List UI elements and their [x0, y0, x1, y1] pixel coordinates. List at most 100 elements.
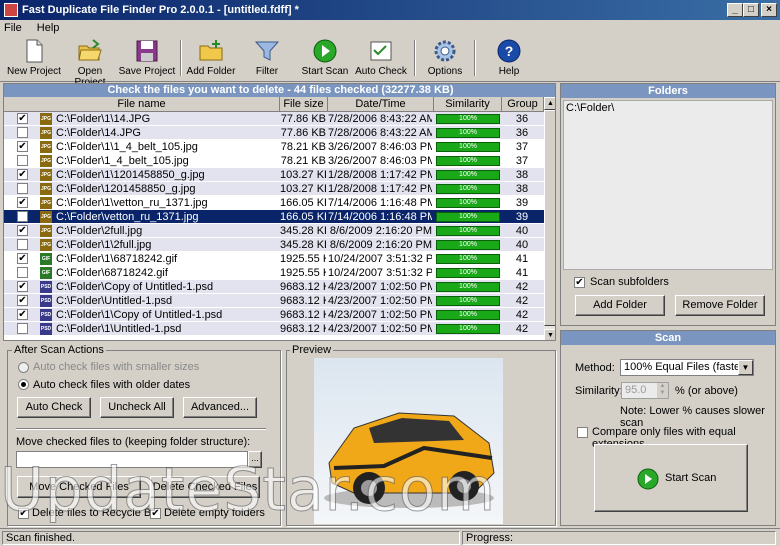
remove-folder-button[interactable]: Remove Folder: [675, 295, 765, 316]
table-row[interactable]: ✔ JPG C:\Folder\2full.jpg 345.28 KB8/6/2009…: [4, 224, 544, 238]
move-checked-button[interactable]: Move Checked Files: [17, 476, 141, 498]
group-cell: 36: [515, 127, 529, 139]
file-name-cell: C:\Folder\1\Untitled-1.psd: [56, 323, 182, 335]
chevron-down-icon[interactable]: ▼: [738, 360, 753, 375]
add-folder-button-panel[interactable]: Add Folder: [575, 295, 665, 316]
table-row[interactable]: JPG C:\Folder\1_4_belt_105.jpg 78.21 KB 3/2…: [4, 154, 544, 168]
table-row[interactable]: ✔ PSD C:\Folder\Untitled-1.psd 9683.12 KB4/…: [4, 294, 544, 308]
table-row[interactable]: ✔ PSD C:\Folder\1\Copy of Untitled-1.psd 96…: [4, 308, 544, 322]
menu-help[interactable]: Help: [37, 20, 60, 36]
row-checkbox[interactable]: ✔: [17, 113, 28, 124]
row-checkbox[interactable]: ✔: [17, 197, 28, 208]
row-checkbox[interactable]: ✔: [17, 281, 28, 292]
row-checkbox[interactable]: [17, 239, 28, 250]
col-file-name[interactable]: File name: [4, 97, 280, 112]
start-scan-icon: [637, 468, 659, 490]
table-row[interactable]: ✔ JPG C:\Folder\1\vetton_ru_1371.jpg 166.05…: [4, 196, 544, 210]
options-button[interactable]: Options: [424, 38, 466, 80]
advanced-button[interactable]: Advanced...: [183, 397, 257, 418]
menu-file[interactable]: File: [4, 20, 22, 36]
filter-button[interactable]: Filter: [244, 38, 290, 80]
row-checkbox[interactable]: [17, 127, 28, 138]
row-checkbox[interactable]: [17, 183, 28, 194]
radio-smaller-sizes[interactable]: [18, 362, 29, 373]
delete-checked-button[interactable]: Delete Checked Files: [150, 476, 260, 498]
menu-bar: File Help: [0, 20, 780, 36]
file-size-cell: 103.27 KB: [280, 169, 326, 181]
col-file-size[interactable]: File size: [280, 97, 328, 112]
file-size-cell: 9683.12 KB: [280, 323, 326, 335]
scroll-down-button[interactable]: ▼: [544, 329, 555, 340]
row-checkbox[interactable]: [17, 211, 28, 222]
start-scan-button[interactable]: Start Scan: [594, 444, 748, 512]
list-scrollbar[interactable]: ▲ ▼: [544, 97, 555, 340]
row-checkbox[interactable]: ✔: [17, 253, 28, 264]
open-project-button[interactable]: Open Project: [62, 38, 118, 88]
table-row[interactable]: JPG C:\Folder\1201458850_g.jpg 103.27 KB1/…: [4, 182, 544, 196]
browse-button[interactable]: ...: [248, 451, 262, 468]
open-project-icon: [77, 38, 103, 64]
start-scan-toolbar-button[interactable]: Start Scan: [300, 38, 350, 80]
similarity-bar: 100%: [436, 156, 500, 166]
group-cell: 41: [515, 253, 529, 265]
file-size-cell: 9683.12 KB: [280, 309, 326, 321]
file-size-cell: 103.27 KB: [280, 183, 326, 195]
file-size-cell: 1925.55 KB: [280, 253, 326, 265]
compare-ext-checkbox[interactable]: [577, 427, 588, 438]
save-project-button[interactable]: Save Project: [118, 38, 176, 80]
similarity-spinner[interactable]: ▲ ▼: [657, 383, 668, 398]
table-row[interactable]: JPG C:\Folder\1\2full.jpg 345.28 KB8/6/200…: [4, 238, 544, 252]
date-cell: 4/23/2007 1:02:50 PM: [328, 295, 432, 307]
auto-check-button[interactable]: Auto Check: [17, 397, 91, 418]
folder-item[interactable]: C:\Folder\: [566, 102, 770, 114]
auto-check-toolbar-button[interactable]: Auto Check: [354, 38, 408, 80]
table-row[interactable]: JPG C:\Folder\vetton_ru_1371.jpg 166.05 KB…: [4, 210, 544, 224]
scan-subfolders-checkbox[interactable]: ✔: [574, 277, 585, 288]
table-row[interactable]: PSDC:\Folder\1\Untitled-1.psd9683.12 KB4…: [4, 322, 544, 336]
row-checkbox[interactable]: [17, 323, 28, 334]
new-project-button[interactable]: New Project: [6, 38, 62, 80]
car-image-icon: [324, 412, 495, 508]
radio-older-dates[interactable]: [18, 379, 29, 390]
radio-smaller-label: Auto check files with smaller sizes: [33, 361, 200, 373]
scroll-thumb[interactable]: [544, 110, 555, 326]
col-group[interactable]: Group: [502, 97, 544, 112]
close-button[interactable]: ×: [761, 3, 777, 17]
recycle-bin-checkbox[interactable]: ✔: [18, 508, 29, 519]
maximize-button[interactable]: □: [743, 3, 759, 17]
minimize-button[interactable]: _: [727, 3, 743, 17]
row-checkbox[interactable]: [17, 267, 28, 278]
row-checkbox[interactable]: [17, 155, 28, 166]
table-row[interactable]: ✔ JPG C:\Folder\1\1_4_belt_105.jpg 78.21 KB…: [4, 140, 544, 154]
scroll-up-button[interactable]: ▲: [544, 97, 555, 110]
table-row[interactable]: ✔ JPG C:\Folder\1\14.JPG 77.86 KB 7/28/2006 …: [4, 112, 544, 126]
folder-list[interactable]: C:\Folder\: [563, 100, 773, 270]
row-checkbox[interactable]: ✔: [17, 169, 28, 180]
move-destination-input[interactable]: [16, 451, 248, 468]
table-row[interactable]: ✔ JPG C:\Folder\1\1201458850_g.jpg 103.27 K…: [4, 168, 544, 182]
col-similarity[interactable]: Similarity: [434, 97, 502, 112]
empty-folders-checkbox[interactable]: ✔: [150, 508, 161, 519]
file-type-icon: PSD: [40, 281, 52, 293]
uncheck-all-button[interactable]: Uncheck All: [100, 397, 174, 418]
row-checkbox[interactable]: ✔: [17, 295, 28, 306]
file-list-panel: Check the files you want to delete - 44 …: [3, 83, 556, 341]
row-checkbox[interactable]: ✔: [17, 225, 28, 236]
radio-older-label: Auto check files with older dates: [33, 379, 191, 391]
preview-title: Preview: [290, 344, 334, 356]
table-row[interactable]: ✔GIFC:\Folder\1\68718242.gif1925.55 KB10…: [4, 252, 544, 266]
column-headers: File name File size Date/Time Similarity…: [4, 97, 544, 112]
file-type-icon: PSD: [40, 295, 52, 307]
col-date-time[interactable]: Date/Time: [328, 97, 434, 112]
similarity-label: Similarity:: [575, 385, 623, 397]
empty-folders-label: Delete empty folders: [164, 507, 265, 519]
help-button[interactable]: ? Help: [488, 38, 530, 80]
group-cell: 38: [515, 169, 529, 181]
table-row[interactable]: GIF C:\Folder\68718242.gif 1925.55 KB10/24…: [4, 266, 544, 280]
row-checkbox[interactable]: ✔: [17, 141, 28, 152]
add-folder-button[interactable]: Add Folder: [186, 38, 236, 80]
row-checkbox[interactable]: ✔: [17, 309, 28, 320]
table-row[interactable]: JPG C:\Folder\14.JPG 77.86 KB 7/28/2006 8:4…: [4, 126, 544, 140]
table-row[interactable]: ✔ PSD C:\Folder\Copy of Untitled-1.psd 9683…: [4, 280, 544, 294]
method-select[interactable]: 100% Equal Files (faster) ▼: [620, 359, 754, 376]
